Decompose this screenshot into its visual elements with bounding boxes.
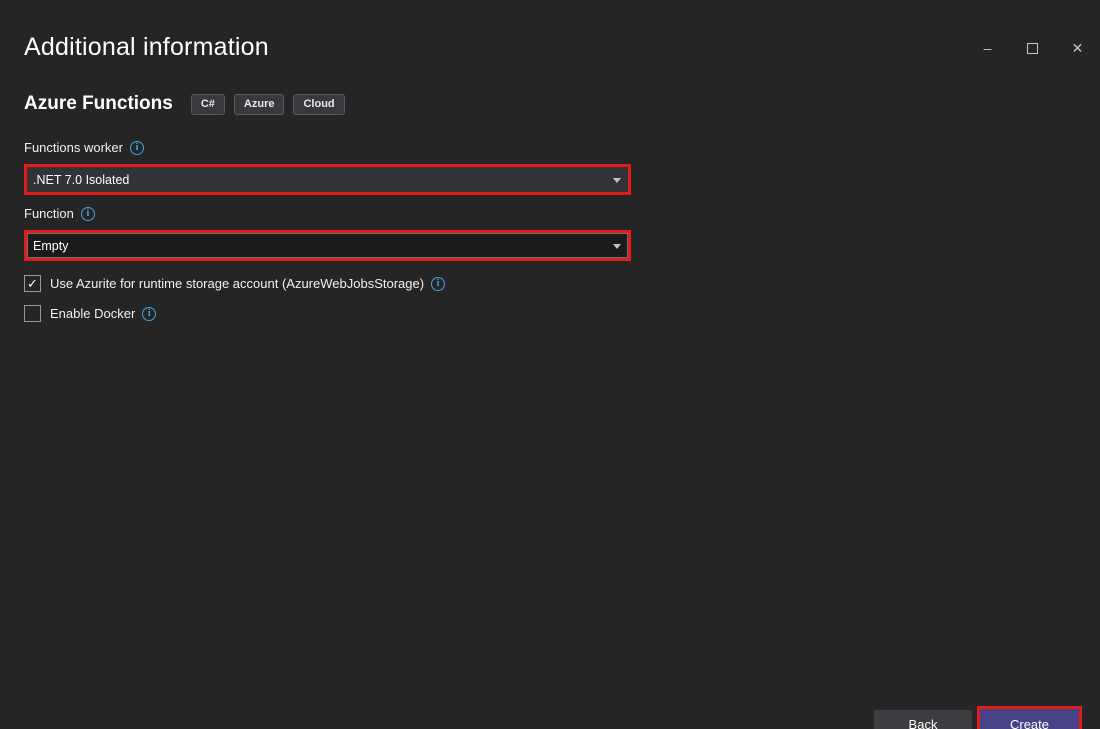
- info-icon[interactable]: i: [81, 207, 95, 221]
- azurite-checkbox-row: ✓ Use Azurite for runtime storage accoun…: [24, 275, 1076, 292]
- tag-azure: Azure: [234, 94, 285, 115]
- minimize-button[interactable]: –: [965, 33, 1010, 63]
- dialog-footer: Back Create: [874, 706, 1082, 729]
- docker-checkbox[interactable]: [24, 305, 41, 322]
- maximize-button[interactable]: [1010, 33, 1055, 63]
- template-row: Azure Functions C# Azure Cloud: [24, 93, 1076, 115]
- function-label-row: Function i: [24, 206, 1076, 221]
- functions-worker-value: .NET 7.0 Isolated: [27, 173, 129, 187]
- titlebar: – ✕: [965, 33, 1100, 63]
- function-value: Empty: [27, 239, 68, 253]
- tag-list: C# Azure Cloud: [191, 94, 345, 115]
- info-icon[interactable]: i: [130, 141, 144, 155]
- minimize-icon: –: [984, 40, 992, 56]
- maximize-icon: [1027, 43, 1038, 54]
- close-icon: ✕: [1072, 40, 1084, 57]
- page-title: Additional information: [24, 33, 1076, 62]
- info-icon[interactable]: i: [142, 307, 156, 321]
- azurite-checkbox-label: Use Azurite for runtime storage account …: [50, 276, 424, 291]
- docker-checkbox-row: Enable Docker i: [24, 305, 1076, 322]
- close-button[interactable]: ✕: [1055, 33, 1100, 63]
- chevron-down-icon: [613, 178, 621, 183]
- tag-csharp: C#: [191, 94, 225, 115]
- info-icon[interactable]: i: [431, 277, 445, 291]
- back-button[interactable]: Back: [874, 710, 972, 729]
- create-button[interactable]: Create: [977, 706, 1082, 729]
- template-name: Azure Functions: [24, 93, 173, 115]
- dialog-content: Additional information Azure Functions C…: [0, 33, 1100, 322]
- functions-worker-label-row: Functions worker i: [24, 140, 1076, 155]
- functions-worker-label: Functions worker: [24, 140, 123, 155]
- chevron-down-icon: [613, 244, 621, 249]
- tag-cloud: Cloud: [293, 94, 344, 115]
- dropdown-inner-border: [27, 233, 628, 258]
- function-dropdown[interactable]: Empty: [24, 230, 631, 261]
- docker-checkbox-label: Enable Docker: [50, 306, 135, 321]
- function-label: Function: [24, 206, 74, 221]
- functions-worker-dropdown[interactable]: .NET 7.0 Isolated: [24, 164, 631, 195]
- azurite-checkbox[interactable]: ✓: [24, 275, 41, 292]
